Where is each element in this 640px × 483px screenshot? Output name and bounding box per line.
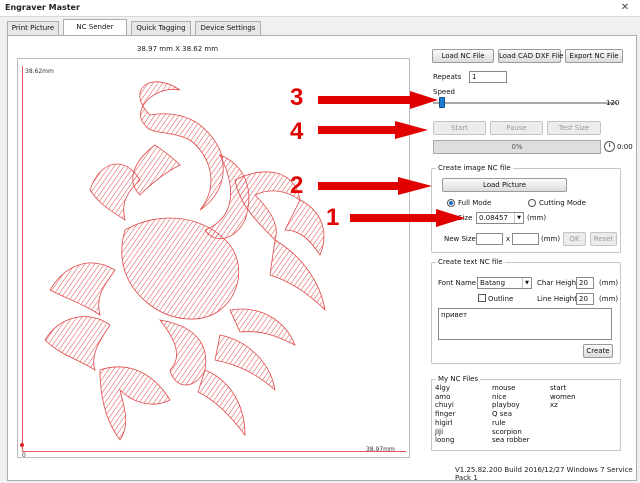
speed-label: Speed: [433, 88, 455, 96]
app-window: Engraver Master ✕ Print Picture NC Sende…: [0, 0, 640, 483]
y-axis: [22, 66, 23, 452]
nc-file-item[interactable]: mouse: [492, 384, 530, 393]
scorpion-engraving: [44, 81, 326, 441]
nc-file-item[interactable]: chuyi: [435, 401, 455, 410]
load-nc-file-button[interactable]: Load NC File: [432, 49, 494, 63]
nc-file-item[interactable]: playboy: [492, 401, 530, 410]
nc-file-item[interactable]: 4lgy: [435, 384, 455, 393]
create-button[interactable]: Create: [583, 344, 613, 358]
line-height-unit: (mm): [599, 295, 619, 303]
nc-files-column-2: mouse nice playboy Q sea rule scorpion s…: [492, 384, 530, 445]
full-mode-label: Full Mode: [458, 199, 492, 207]
nc-file-item[interactable]: scorpion: [492, 428, 530, 437]
repeats-input[interactable]: 1: [469, 71, 507, 83]
new-size-width-input[interactable]: [476, 233, 503, 245]
line-height-label: Line Height: [537, 295, 577, 303]
size-select[interactable]: 0.08457 ▼: [476, 212, 524, 224]
font-name-value: Batang: [480, 279, 506, 287]
speed-max-label: 120: [606, 99, 620, 107]
full-mode-radio[interactable]: [447, 199, 455, 207]
tab-print-picture[interactable]: Print Picture: [7, 21, 59, 35]
chevron-down-icon: ▼: [522, 278, 531, 288]
create-text-nc-title: Create text NC file: [436, 258, 505, 266]
speed-slider-track[interactable]: [433, 102, 617, 104]
my-nc-files-group: My NC Files 4lgy amo chuyi finger higirl…: [431, 375, 621, 451]
ok-button[interactable]: OK: [563, 232, 586, 246]
new-size-label: New Size: [444, 235, 476, 243]
load-cad-dxf-button[interactable]: Load CAD DXF File: [498, 49, 563, 63]
outline-checkbox[interactable]: [478, 294, 486, 302]
tab-quick-tagging[interactable]: Quick Tagging: [131, 21, 191, 35]
x-max-label: 38.97mm: [366, 446, 395, 453]
nc-file-item[interactable]: women: [550, 393, 576, 402]
version-footer: V1.25.82.200 Build 2016/12/27 Windows 7 …: [455, 466, 633, 482]
tab-nc-sender[interactable]: NC Sender: [63, 19, 127, 35]
title-bar: Engraver Master ✕: [0, 0, 640, 17]
tab-bar: Print Picture NC Sender Quick Tagging De…: [7, 19, 637, 35]
annotation-number-1: 1: [326, 204, 340, 231]
test-size-button[interactable]: Test Size: [547, 121, 601, 135]
clock-icon: [604, 141, 615, 152]
line-height-input[interactable]: 20: [576, 293, 594, 305]
nc-file-item[interactable]: start: [550, 384, 576, 393]
char-height-unit: (mm): [599, 279, 619, 287]
cutting-mode-label: Cutting Mode: [539, 199, 586, 207]
load-picture-button[interactable]: Load Picture: [442, 178, 567, 192]
nc-file-item[interactable]: loong: [435, 436, 455, 445]
elapsed-time: 0:00: [617, 143, 633, 151]
nc-file-item[interactable]: rule: [492, 419, 530, 428]
new-size-unit: (mm): [541, 235, 561, 243]
nc-file-item[interactable]: Q sea: [492, 410, 530, 419]
size-unit: (mm): [527, 214, 547, 222]
char-height-input[interactable]: 20: [576, 277, 594, 289]
start-button[interactable]: Start: [433, 121, 486, 135]
nc-files-column-3: start women xz: [550, 384, 576, 410]
origin-marker: [20, 443, 24, 447]
tab-device-settings[interactable]: Device Settings: [195, 21, 261, 35]
speed-slider-thumb[interactable]: [439, 97, 446, 108]
origin-label: 0: [22, 452, 26, 459]
font-name-select[interactable]: Batang ▼: [477, 277, 532, 289]
window-title: Engraver Master: [5, 3, 80, 12]
create-image-nc-title: Create image NC file: [436, 164, 513, 172]
new-size-height-input[interactable]: [512, 233, 539, 245]
reset-button[interactable]: Reset: [590, 232, 617, 246]
x-axis: [22, 451, 406, 452]
char-height-label: Char Height: [537, 279, 579, 287]
nc-file-item[interactable]: nice: [492, 393, 530, 402]
text-input[interactable]: привет: [438, 308, 612, 340]
nc-file-item[interactable]: xz: [550, 401, 576, 410]
pause-button[interactable]: Pause: [490, 121, 543, 135]
close-icon[interactable]: ✕: [619, 2, 631, 14]
nc-file-item[interactable]: finger: [435, 410, 455, 419]
chevron-down-icon: ▼: [514, 213, 523, 223]
my-nc-files-title: My NC Files: [436, 375, 481, 383]
canvas-size-label: 38.97 mm X 38.62 mm: [137, 45, 219, 53]
new-size-x-label: x: [506, 235, 511, 243]
size-value: 0.08457: [479, 214, 508, 222]
annotation-number-2: 2: [290, 172, 304, 199]
export-nc-file-button[interactable]: Export NC File: [565, 49, 623, 63]
cutting-mode-radio[interactable]: [528, 199, 536, 207]
nc-file-item[interactable]: JiJi: [435, 428, 455, 437]
nc-file-item[interactable]: sea robber: [492, 436, 530, 445]
outline-label: Outline: [488, 295, 514, 303]
nc-files-column-1: 4lgy amo chuyi finger higirl JiJi loong: [435, 384, 455, 445]
size-label: Size: [458, 214, 473, 222]
annotation-number-3: 3: [290, 84, 304, 111]
progress-bar: 0%: [433, 140, 601, 154]
font-name-label: Font Name: [438, 279, 477, 287]
repeats-label: Repeats: [433, 73, 462, 81]
nc-file-item[interactable]: amo: [435, 393, 455, 402]
annotation-number-4: 4: [290, 118, 304, 145]
nc-file-item[interactable]: higirl: [435, 419, 455, 428]
